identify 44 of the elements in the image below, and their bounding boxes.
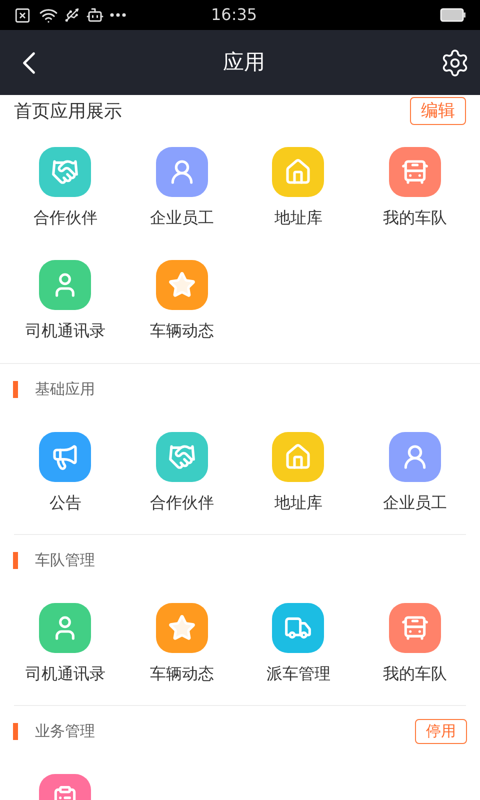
megaphone-icon[interactable] xyxy=(39,432,92,482)
app-label[interactable]: 公告 xyxy=(49,492,82,514)
section-marker xyxy=(13,552,18,568)
section-marker xyxy=(13,722,18,740)
star-icon[interactable] xyxy=(156,603,208,653)
star-icon[interactable] xyxy=(156,260,208,310)
app-label[interactable]: 司机通讯录 xyxy=(25,320,106,342)
app-label[interactable]: 企业员工 xyxy=(150,207,214,229)
person-icon[interactable] xyxy=(156,147,208,197)
sim-icon xyxy=(14,6,31,24)
section-title: 车队管理 xyxy=(35,550,95,571)
settings-button[interactable] xyxy=(440,48,470,78)
section-title: 业务管理 xyxy=(35,720,95,742)
section-title: 首页应用展示 xyxy=(14,100,122,124)
app-label[interactable]: 我的车队 xyxy=(382,663,447,685)
app-label[interactable]: 地址库 xyxy=(274,492,322,514)
app-label[interactable]: 车辆动态 xyxy=(150,663,214,685)
settings-icon xyxy=(440,48,470,78)
person-icon[interactable] xyxy=(39,260,92,310)
app-label[interactable]: 车辆动态 xyxy=(150,320,214,342)
app-label[interactable]: 我的车队 xyxy=(382,207,447,229)
app-label[interactable]: 派车管理 xyxy=(266,663,330,685)
clock: 16:35 xyxy=(211,4,258,26)
handshake-icon[interactable] xyxy=(156,432,208,482)
house-icon[interactable] xyxy=(272,432,324,482)
bus-icon[interactable] xyxy=(388,603,441,653)
more-icon xyxy=(110,13,126,17)
app-label[interactable]: 企业员工 xyxy=(382,492,447,514)
app-label[interactable]: 合作伙伴 xyxy=(150,492,214,514)
app-label[interactable]: 合作伙伴 xyxy=(33,207,98,229)
person-icon[interactable] xyxy=(388,432,441,482)
truck-icon[interactable] xyxy=(272,603,324,653)
page-title: 应用 xyxy=(223,48,265,76)
section-marker xyxy=(13,380,18,398)
app-label[interactable]: 司机通讯录 xyxy=(25,663,106,685)
person-icon[interactable] xyxy=(39,603,92,653)
bus-icon[interactable] xyxy=(388,147,441,197)
house-icon[interactable] xyxy=(272,147,324,197)
android-icon xyxy=(86,6,104,24)
battery-icon xyxy=(440,8,466,22)
section-title: 基础应用 xyxy=(35,378,95,400)
usb-icon xyxy=(64,7,80,23)
app-label[interactable]: 地址库 xyxy=(274,207,322,229)
handshake-icon[interactable] xyxy=(39,147,92,197)
